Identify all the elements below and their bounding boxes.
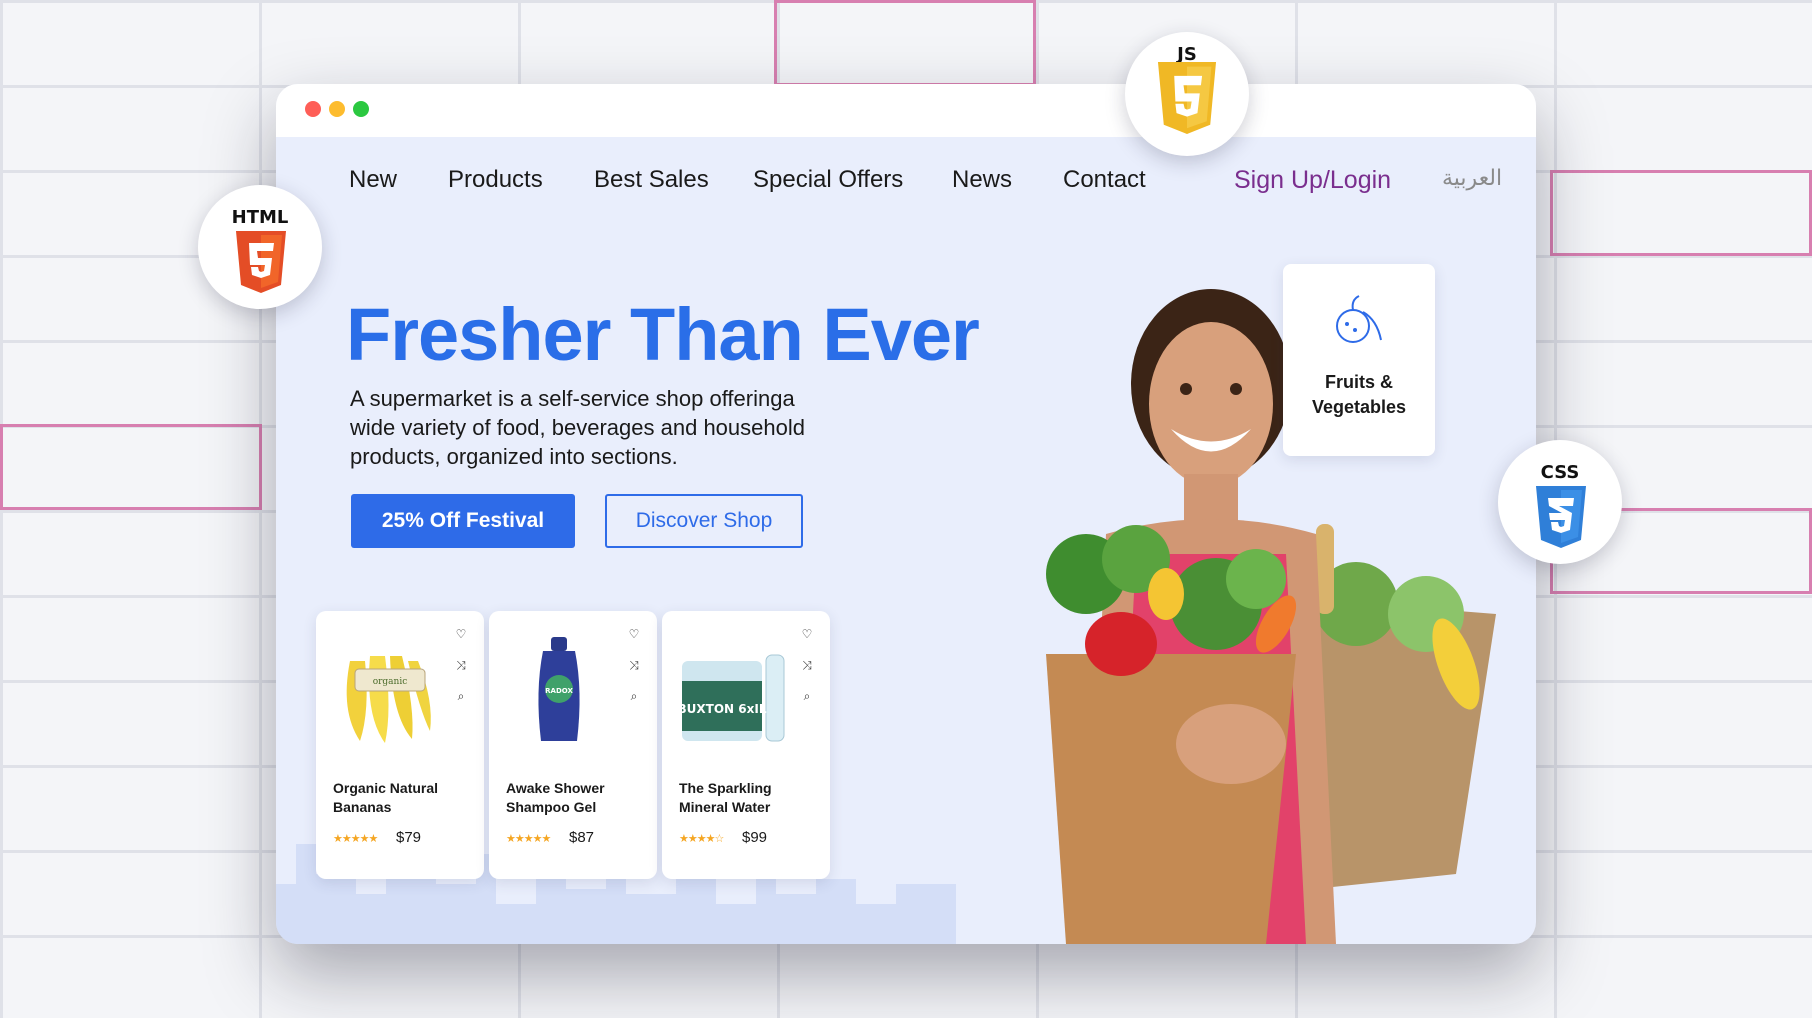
css-badge-label: CSS [1540,462,1580,483]
close-window-button[interactable] [305,101,321,117]
heart-icon[interactable]: ♡ [452,625,470,643]
discover-shop-button[interactable]: Discover Shop [605,494,803,548]
html-badge-label: HTML [231,207,289,228]
decorative-frame [0,424,262,510]
nav-item-special-offers[interactable]: Special Offers [753,166,903,194]
maximize-window-button[interactable] [353,101,369,117]
search-icon[interactable]: ⌕ [452,687,470,705]
decorative-frame [774,0,1036,86]
language-switch[interactable]: العربية [1442,166,1502,191]
heart-icon[interactable]: ♡ [625,625,643,643]
bananas-package-label: organic [373,677,408,687]
search-icon[interactable]: ⌕ [625,687,643,705]
category-card-fruits-vegetables[interactable]: Fruits & Vegetables [1283,264,1435,456]
rating-stars: ★★★★★ [333,833,378,845]
product-price: $79 [396,829,422,846]
nav-item-news[interactable]: News [952,166,1012,194]
html5-logo-icon [236,231,286,293]
bananas-product-image: organic [346,656,431,743]
shampoo-brand-label: RADOX [545,687,573,695]
minimize-window-button[interactable] [329,101,345,117]
shuffle-icon[interactable]: ⤨ [798,656,816,674]
shuffle-icon[interactable]: ⤨ [452,656,470,674]
festival-button[interactable]: 25% Off Festival [351,494,575,548]
css3-logo-icon [1536,486,1586,548]
nav-item-new[interactable]: New [349,166,397,194]
product-card[interactable]: RADOX ♡ ⤨ ⌕ Awake Shower Shampoo Gel ★★★… [489,611,657,879]
js-badge: JS [1125,32,1249,156]
browser-window: New Products Best Sales Special Offers N… [276,84,1536,944]
html5-badge: HTML [198,185,322,309]
shampoo-product-image: RADOX [538,637,580,741]
product-price: $99 [742,829,768,846]
signup-login-link[interactable]: Sign Up/Login [1234,166,1391,195]
browser-titlebar [276,84,1536,137]
js-logo-icon [1157,62,1217,134]
product-name[interactable]: Organic Natural Bananas [333,779,473,817]
category-label: Fruits & Vegetables [1311,372,1407,417]
product-card[interactable]: BUXTON 6xIL ♡ ⤨ ⌕ The Sparkling Mineral … [662,611,830,879]
water-product-image: BUXTON 6xIL [678,654,785,742]
decorative-frame [1550,170,1812,256]
hero-description: A supermarket is a self-service shop off… [350,386,805,469]
product-card[interactable]: organic ♡ ⤨ ⌕ Organic Natural Bananas ★★… [316,611,484,879]
rating-stars: ★★★★☆ [679,833,724,845]
card-actions: ♡ ⤨ ⌕ [798,625,818,718]
nav-item-contact[interactable]: Contact [1063,166,1146,194]
fruit-basket-icon [1336,295,1382,343]
product-name[interactable]: The Sparkling Mineral Water [679,779,819,817]
product-name[interactable]: Awake Shower Shampoo Gel [506,779,646,817]
shuffle-icon[interactable]: ⤨ [625,656,643,674]
rating-stars: ★★★★★ [506,833,551,845]
heart-icon[interactable]: ♡ [798,625,816,643]
product-price: $87 [569,829,595,846]
nav-item-products[interactable]: Products [448,166,543,194]
nav-item-best-sales[interactable]: Best Sales [594,166,709,194]
main-nav: New Products Best Sales Special Offers N… [276,166,1536,206]
search-icon[interactable]: ⌕ [798,687,816,705]
css3-badge: CSS [1498,440,1622,564]
card-actions: ♡ ⤨ ⌕ [625,625,645,718]
water-brand-label: BUXTON 6xIL [678,702,767,716]
card-actions: ♡ ⤨ ⌕ [452,625,472,718]
